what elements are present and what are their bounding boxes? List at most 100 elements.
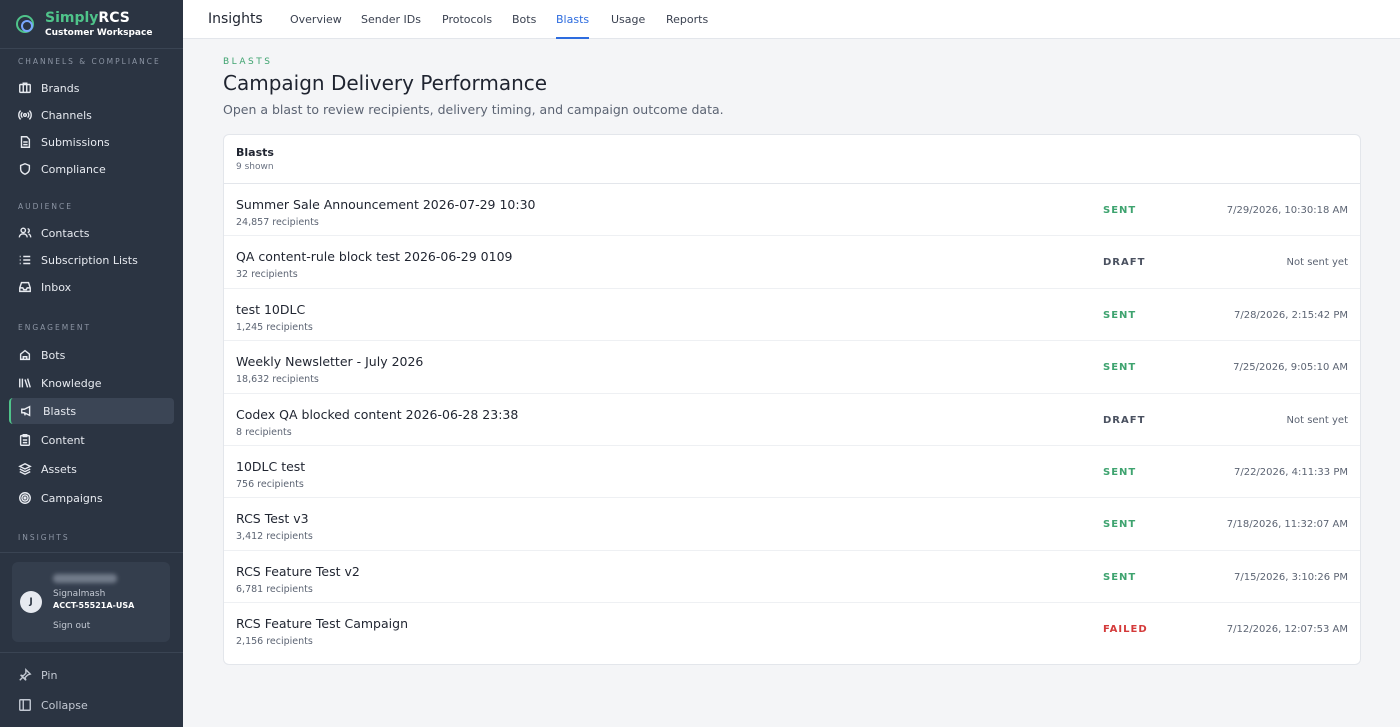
sign-out-link[interactable]: Sign out (53, 621, 90, 631)
blast-recipients: 2,156 recipients (236, 636, 313, 648)
megaphone-icon (20, 404, 34, 418)
sidebar-item-inbox[interactable]: Inbox (9, 274, 174, 300)
blast-name: test 10DLC (236, 301, 306, 317)
status-badge: DRAFT (1103, 257, 1146, 269)
sidebar-item-subscription-lists[interactable]: Subscription Lists (9, 247, 174, 273)
blast-timestamp: 7/22/2026, 4:11:33 PM (1233, 466, 1348, 478)
blast-recipients: 24,857 recipients (236, 217, 319, 228)
blast-row[interactable]: QA content-rule block test 2026-06-29 01… (224, 236, 1360, 289)
blast-name: 10DLC test (236, 458, 306, 474)
collapse-icon (19, 699, 31, 711)
sidebar-item-knowledge[interactable]: Knowledge (9, 370, 174, 396)
blast-recipients: 8 recipients (236, 426, 292, 438)
status-badge: DRAFT (1103, 414, 1146, 426)
pin-button[interactable]: Pin (18, 668, 57, 682)
blast-row[interactable]: RCS Feature Test v2 6,781 recipients SENT 7… (224, 551, 1360, 604)
status-badge: FAILED (1103, 624, 1148, 636)
divider (0, 552, 183, 553)
list-icon (18, 253, 32, 267)
status-badge: SENT (1103, 519, 1137, 531)
blast-timestamp: 7/29/2026, 10:30:18 AM (1226, 205, 1348, 216)
blast-recipients: 1,245 recipients (236, 321, 313, 333)
divider (0, 652, 183, 653)
tab-overview[interactable]: Overview (290, 13, 342, 39)
user-card: J Signalmash ACCT-55521A-USA Sign out (12, 562, 170, 642)
brand[interactable]: SimplyRCS Customer Workspace (0, 0, 183, 49)
blast-recipients: 3,412 recipients (236, 531, 313, 543)
page-title: Campaign Delivery Performance (223, 71, 548, 95)
sidebar: SimplyRCS Customer Workspace Channels & … (0, 0, 183, 727)
inbox-icon (18, 280, 32, 294)
blasts-panel: Blasts 9 shown Summer Sale Announcement … (223, 134, 1361, 665)
brand-name: SimplyRCS (45, 9, 130, 26)
blast-row[interactable]: test 10DLC 1,245 recipients SENT 7/28/2026,… (224, 289, 1360, 342)
bot-icon (18, 348, 32, 362)
section-channels-compliance: Channels & Compliance (18, 57, 161, 66)
panel-title: Blasts (236, 146, 274, 159)
tab-reports[interactable]: Reports (666, 13, 708, 39)
blast-row[interactable]: Codex QA blocked content 2026-06-28 23:3… (224, 394, 1360, 446)
page-subtitle: Open a blast to review recipients, deliv… (223, 102, 724, 117)
panel-count: 9 shown (236, 162, 274, 172)
blast-name: Weekly Newsletter - July 2026 (236, 354, 424, 370)
tab-sender-ids[interactable]: Sender IDs (361, 13, 421, 39)
status-badge: SENT (1103, 205, 1137, 216)
blast-timestamp: 7/25/2026, 9:05:10 AM (1233, 362, 1348, 374)
tab-protocols[interactable]: Protocols (442, 13, 492, 39)
users-icon (18, 226, 32, 240)
sidebar-item-brands[interactable]: Brands (9, 75, 174, 101)
blast-name: Summer Sale Announcement 2026-07-29 10:3… (236, 197, 536, 212)
blast-timestamp: 7/18/2026, 11:32:07 AM (1226, 519, 1348, 531)
blast-name: RCS Feature Test Campaign (236, 616, 408, 632)
section-title: Insights (208, 11, 263, 27)
blast-row[interactable]: Summer Sale Announcement 2026-07-29 10:3… (224, 184, 1360, 237)
sidebar-item-compliance[interactable]: Compliance (9, 156, 174, 182)
status-badge: SENT (1103, 571, 1137, 583)
blast-row[interactable]: 10DLC test 756 recipients SENT 7/22/2026, 4… (224, 446, 1360, 499)
user-name-redacted (53, 574, 117, 583)
sidebar-item-contacts[interactable]: Contacts (9, 220, 174, 246)
section-insights: Insights (18, 533, 70, 542)
shield-icon (18, 162, 32, 176)
collapse-button[interactable]: Collapse (18, 698, 88, 712)
blast-name: Codex QA blocked content 2026-06-28 23:3… (236, 406, 519, 422)
sidebar-item-submissions[interactable]: Submissions (9, 129, 174, 155)
briefcase-icon (18, 81, 32, 95)
blast-timestamp: Not sent yet (1286, 414, 1349, 426)
blast-name: RCS Feature Test v2 (236, 563, 360, 579)
sidebar-item-bots[interactable]: Bots (9, 342, 174, 368)
blast-timestamp: 7/12/2026, 12:07:53 AM (1226, 624, 1348, 636)
signal-icon (18, 108, 32, 122)
blast-row[interactable]: RCS Feature Test Campaign 2,156 recipient… (224, 603, 1360, 655)
blast-row[interactable]: RCS Test v3 3,412 recipients SENT 7/18/2026… (224, 498, 1360, 551)
logo-icon (16, 15, 34, 33)
target-icon (18, 491, 32, 505)
blast-recipients: 18,632 recipients (236, 374, 319, 386)
tab-blasts[interactable]: Blasts (556, 13, 590, 39)
tab-usage[interactable]: Usage (611, 13, 645, 39)
blast-recipients: 6,781 recipients (236, 583, 313, 595)
books-icon (18, 376, 32, 390)
pin-icon (19, 668, 32, 681)
status-badge: SENT (1103, 362, 1137, 374)
user-org: Signalmash (53, 589, 106, 599)
sidebar-item-assets[interactable]: Assets (9, 456, 174, 482)
page-eyebrow: Blasts (223, 57, 273, 67)
status-badge: SENT (1103, 466, 1137, 478)
panel-header: Blasts 9 shown (224, 135, 1360, 184)
blast-recipients: 32 recipients (236, 269, 298, 281)
brand-subtitle: Customer Workspace (45, 27, 153, 38)
section-engagement: Engagement (18, 323, 92, 332)
sidebar-item-campaigns[interactable]: Campaigns (9, 485, 174, 511)
sidebar-item-content[interactable]: Content (9, 427, 174, 453)
section-audience: Audience (18, 202, 73, 211)
sidebar-item-blasts[interactable]: Blasts (9, 398, 174, 424)
tab-bots[interactable]: Bots (512, 13, 536, 39)
blast-recipients: 756 recipients (236, 478, 304, 490)
sidebar-item-channels[interactable]: Channels (9, 102, 174, 128)
blast-name: QA content-rule block test 2026-06-29 01… (236, 249, 513, 265)
blast-timestamp: 7/15/2026, 3:10:26 PM (1233, 571, 1348, 583)
blast-row[interactable]: Weekly Newsletter - July 2026 18,632 reci… (224, 341, 1360, 394)
topbar: Insights Overview Sender IDs Protocols B… (183, 0, 1400, 39)
avatar: J (20, 591, 42, 613)
